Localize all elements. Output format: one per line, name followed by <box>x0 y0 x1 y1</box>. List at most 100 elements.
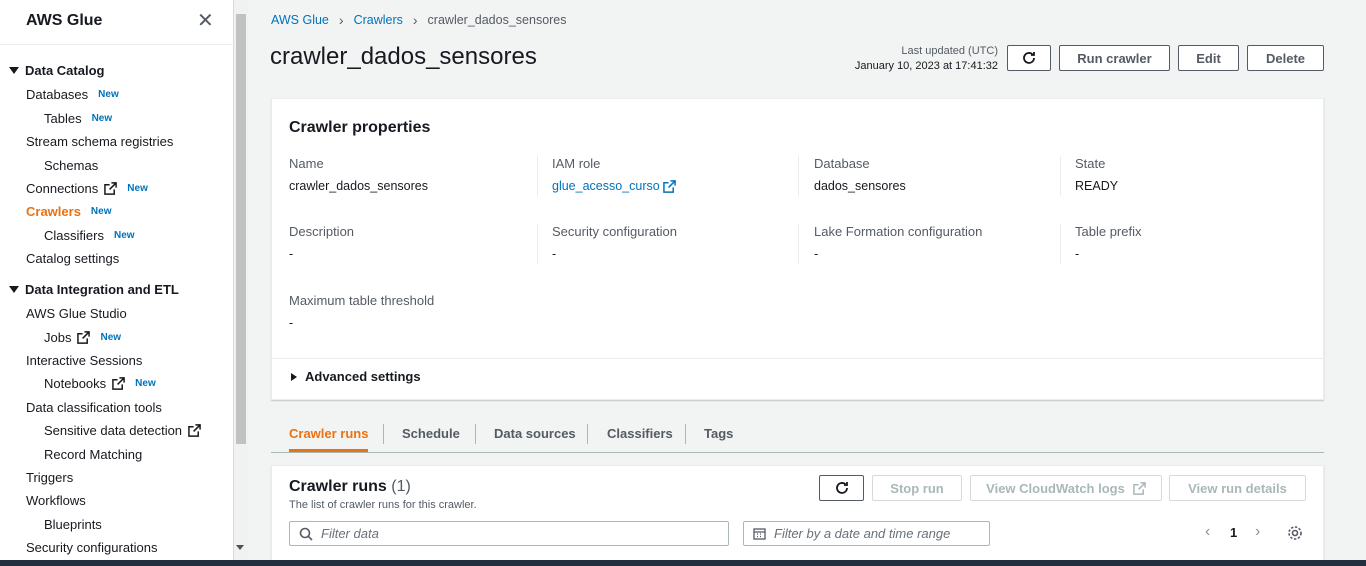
external-link-icon <box>112 377 125 390</box>
sidebar-item-interactive-sessions[interactable]: Interactive Sessions <box>26 353 142 368</box>
sidebar-item-connections[interactable]: Connections New <box>26 181 148 196</box>
date-range-filter[interactable]: Filter by a date and time range <box>743 521 990 546</box>
sidebar-item-label: Databases <box>26 87 89 102</box>
crawler-runs-title: Crawler runs (1) <box>289 478 411 496</box>
close-icon[interactable]: ✕ <box>197 11 215 31</box>
tab-data-sources[interactable]: Data sources <box>494 420 576 452</box>
page-number[interactable]: 1 <box>1230 525 1237 540</box>
chevron-right-icon: › <box>338 12 344 28</box>
breadcrumb-aws-glue[interactable]: AWS Glue <box>271 13 329 27</box>
prop-value: dados_sensores <box>814 179 906 193</box>
tab-divider <box>685 424 686 444</box>
prop-name: Name crawler_dados_sensores <box>289 156 428 193</box>
filter-placeholder: Filter data <box>321 526 379 541</box>
sidebar-item-label: Catalog settings <box>26 251 120 266</box>
page-scrollbar[interactable] <box>1352 0 1366 560</box>
advanced-settings-label: Advanced settings <box>305 369 421 384</box>
section-data-integration[interactable]: Data Integration and ETL <box>9 282 179 297</box>
tab-schedule[interactable]: Schedule <box>402 420 460 452</box>
view-logs-label: View CloudWatch logs <box>986 480 1125 496</box>
section-label: Data Integration and ETL <box>25 282 179 297</box>
prop-value: - <box>552 247 557 261</box>
sidebar-item-notebooks[interactable]: Notebooks New <box>44 376 156 391</box>
gear-icon <box>1288 526 1302 540</box>
last-updated-label: Last updated (UTC) <box>901 45 998 57</box>
sidebar-item-label: Notebooks <box>44 376 107 391</box>
sidebar-item-stream-schema-registries[interactable]: Stream schema registries <box>26 134 173 149</box>
tab-classifiers[interactable]: Classifiers <box>607 420 673 452</box>
sidebar-item-label: Crawlers <box>26 204 81 219</box>
stop-run-button[interactable]: Stop run <box>872 475 962 501</box>
prop-security-configuration: Security configuration - <box>552 224 677 261</box>
filter-data-input[interactable]: Filter data <box>289 521 729 546</box>
prop-value: - <box>814 247 819 261</box>
sidebar-item-jobs[interactable]: Jobs New <box>44 330 121 345</box>
run-crawler-button[interactable]: Run crawler <box>1059 45 1170 71</box>
panel-divider <box>272 358 1323 359</box>
sidebar-item-label: Sensitive data detection <box>44 423 183 438</box>
sidebar-item-security-configurations[interactable]: Security configurations <box>26 540 158 555</box>
advanced-settings-toggle[interactable]: Advanced settings <box>291 369 421 384</box>
sidebar-item-glue-studio[interactable]: AWS Glue Studio <box>26 306 127 321</box>
prop-database: Database dados_sensores <box>814 156 906 193</box>
sidebar-item-tables[interactable]: Tables New <box>44 111 112 126</box>
prop-max-table-threshold: Maximum table threshold - <box>289 293 434 330</box>
sidebar-divider <box>0 44 234 45</box>
prop-state: State READY <box>1075 156 1118 193</box>
last-updated: Last updated (UTC) January 10, 2023 at 1… <box>840 44 998 74</box>
prop-value: glue_acesso_curso <box>552 179 660 193</box>
sidebar-item-catalog-settings[interactable]: Catalog settings <box>26 251 119 266</box>
section-data-catalog[interactable]: Data Catalog <box>9 63 104 78</box>
new-badge: New <box>113 230 135 241</box>
runs-count: (1) <box>391 478 411 495</box>
prop-value: - <box>289 247 294 261</box>
sidebar-item-schemas[interactable]: Schemas <box>44 158 98 173</box>
settings-gear-icon[interactable] <box>1287 525 1303 544</box>
new-badge: New <box>135 378 156 389</box>
prop-label: Database <box>814 156 870 171</box>
prop-label: Table prefix <box>1075 224 1142 239</box>
column-divider <box>798 156 799 196</box>
caret-down-icon <box>9 67 19 74</box>
sidebar-item-crawlers[interactable]: Crawlers New <box>26 204 111 219</box>
bottom-bar <box>0 560 1366 566</box>
caret-down-icon <box>9 286 19 293</box>
external-link-icon <box>104 182 118 195</box>
iam-role-link[interactable]: glue_acesso_curso <box>552 179 677 194</box>
tab-crawler-runs[interactable]: Crawler runs <box>289 420 369 452</box>
view-cloudwatch-logs-button[interactable]: View CloudWatch logs <box>970 475 1162 501</box>
sidebar-item-sensitive-data[interactable]: Sensitive data detection <box>44 423 201 438</box>
prop-label: Lake Formation configuration <box>814 224 983 239</box>
date-placeholder: Filter by a date and time range <box>774 526 951 541</box>
chevron-left-icon[interactable]: ‹ <box>1205 523 1210 541</box>
refresh-runs-button[interactable] <box>819 475 864 501</box>
sidebar-item-record-matching[interactable]: Record Matching <box>44 447 142 462</box>
sidebar-item-label: Stream schema registries <box>26 134 174 149</box>
sidebar-item-label: Triggers <box>26 470 74 485</box>
scroll-down-arrow-icon[interactable] <box>236 545 244 550</box>
column-divider <box>537 224 538 264</box>
chevron-right-icon[interactable]: › <box>1255 523 1260 541</box>
tab-tags[interactable]: Tags <box>704 420 733 452</box>
sidebar-item-label: Data classification tools <box>26 400 162 415</box>
page-title: crawler_dados_sensores <box>270 43 537 70</box>
tab-divider <box>383 424 384 444</box>
edit-button[interactable]: Edit <box>1178 45 1239 71</box>
sidebar-item-blueprints[interactable]: Blueprints <box>44 517 102 532</box>
external-link-icon <box>77 331 91 344</box>
delete-button[interactable]: Delete <box>1247 45 1324 71</box>
sidebar-scrollbar-thumb[interactable] <box>236 14 246 444</box>
new-badge: New <box>91 113 113 124</box>
new-badge: New <box>127 183 148 194</box>
refresh-button[interactable] <box>1007 45 1051 71</box>
sidebar-item-workflows[interactable]: Workflows <box>26 493 86 508</box>
sidebar-item-triggers[interactable]: Triggers <box>26 470 73 485</box>
breadcrumb-crawlers[interactable]: Crawlers <box>354 13 403 27</box>
sidebar-item-databases[interactable]: Databases New <box>26 87 119 102</box>
prop-label: Security configuration <box>552 224 678 239</box>
view-run-details-button[interactable]: View run details <box>1169 475 1306 501</box>
sidebar-item-data-classification[interactable]: Data classification tools <box>26 400 162 415</box>
sidebar-item-classifiers[interactable]: Classifiers New <box>44 228 135 243</box>
prop-label: Description <box>289 224 355 239</box>
prop-table-prefix: Table prefix - <box>1075 224 1141 261</box>
